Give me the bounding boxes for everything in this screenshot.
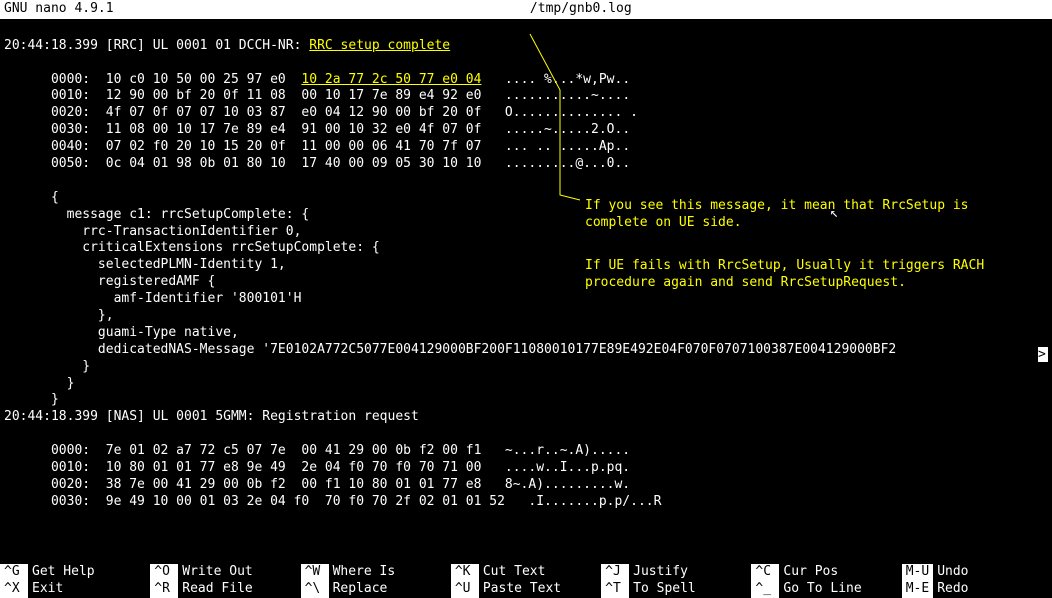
mouse-cursor: ↖ bbox=[830, 204, 838, 222]
shortcut-label: Paste Text bbox=[479, 581, 561, 598]
annotation-text-2: If UE fails with RrcSetup, Usually it tr… bbox=[585, 258, 1015, 292]
app-name: GNU nano 4.9.1 bbox=[4, 1, 114, 18]
shortcut-item[interactable]: ^_Go To Line bbox=[751, 581, 901, 598]
shortcut-label: Cur Pos bbox=[779, 564, 838, 581]
shortcut-item[interactable]: ^WWhere Is bbox=[301, 564, 451, 581]
shortcut-item[interactable]: ^RRead File bbox=[150, 581, 300, 598]
shortcut-key: ^U bbox=[451, 581, 479, 598]
shortcut-key: M-U bbox=[902, 564, 933, 581]
hex-row: 0030: 9e 49 10 00 01 03 2e 04 f0 70 f0 7… bbox=[4, 494, 1048, 511]
shortcut-key: ^R bbox=[150, 581, 178, 598]
shortcut-item[interactable]: M-ERedo bbox=[902, 581, 1052, 598]
json-line: }, bbox=[4, 308, 1048, 325]
shortcut-item[interactable]: ^UPaste Text bbox=[451, 581, 601, 598]
json-line: amf-Identifier '800101'H bbox=[4, 291, 1048, 308]
shortcut-label: Exit bbox=[28, 581, 63, 598]
highlighted-msg: RRC setup complete bbox=[309, 38, 450, 53]
json-line: } bbox=[4, 392, 1048, 409]
shortcut-key: ^X bbox=[0, 581, 28, 598]
json-line: } bbox=[4, 376, 1048, 393]
hex-row: 0030: 11 08 00 10 17 7e 89 e4 91 00 10 3… bbox=[4, 122, 1048, 139]
shortcut-label: To Spell bbox=[629, 581, 696, 598]
title-bar: GNU nano 4.9.1 /tmp/gnb0.log bbox=[0, 0, 1052, 19]
shortcut-label: Read File bbox=[178, 581, 252, 598]
shortcut-label: Redo bbox=[933, 581, 968, 598]
log-prefix: 20:44:18.399 [RRC] UL 0001 01 DCCH-NR: bbox=[4, 38, 309, 53]
shortcut-item[interactable]: ^\Replace bbox=[301, 581, 451, 598]
hex-row: 0000: 10 c0 10 50 00 25 97 e0 10 2a 77 2… bbox=[4, 72, 1048, 89]
shortcut-item[interactable]: ^GGet Help bbox=[0, 564, 150, 581]
hex-row: 0020: 4f 07 0f 07 07 10 03 87 e0 04 12 9… bbox=[4, 105, 1048, 122]
shortcut-key: M-E bbox=[902, 581, 933, 598]
shortcut-key: ^W bbox=[301, 564, 329, 581]
shortcut-item[interactable]: ^KCut Text bbox=[451, 564, 601, 581]
shortcut-item[interactable]: ^JJustify bbox=[601, 564, 751, 581]
shortcut-label: Justify bbox=[629, 564, 688, 581]
shortcut-item[interactable]: ^OWrite Out bbox=[150, 564, 300, 581]
shortcut-key: ^O bbox=[150, 564, 178, 581]
json-line: dedicatedNAS-Message '7E0102A772C5077E00… bbox=[4, 342, 1048, 359]
shortcut-key: ^K bbox=[451, 564, 479, 581]
shortcut-label: Go To Line bbox=[779, 581, 861, 598]
shortcut-label: Get Help bbox=[28, 564, 95, 581]
hex-row: 0020: 38 7e 00 41 29 00 0b f2 00 f1 10 8… bbox=[4, 477, 1048, 494]
json-line: } bbox=[4, 359, 1048, 376]
shortcut-key: ^C bbox=[751, 564, 779, 581]
shortcut-key: ^\ bbox=[301, 581, 329, 598]
shortcut-item[interactable]: ^TTo Spell bbox=[601, 581, 751, 598]
shortcut-item[interactable]: ^CCur Pos bbox=[751, 564, 901, 581]
shortcut-label: Cut Text bbox=[479, 564, 546, 581]
file-path: /tmp/gnb0.log bbox=[114, 1, 1048, 18]
json-line: 20:44:18.399 [NAS] UL 0001 5GMM: Registr… bbox=[4, 409, 1048, 426]
hex-row: 0040: 07 02 f0 20 10 15 20 0f 11 00 00 0… bbox=[4, 139, 1048, 156]
shortcut-label: Where Is bbox=[329, 564, 396, 581]
hex-row: 0000: 7e 01 02 a7 72 c5 07 7e 00 41 29 0… bbox=[4, 443, 1048, 460]
shortcut-key: ^G bbox=[0, 564, 28, 581]
shortcut-label: Replace bbox=[329, 581, 388, 598]
hex-row: 0050: 0c 04 01 98 0b 01 80 10 17 40 00 0… bbox=[4, 156, 1048, 173]
shortcut-label: Write Out bbox=[178, 564, 252, 581]
shortcut-key: ^T bbox=[601, 581, 629, 598]
shortcut-item[interactable]: M-UUndo bbox=[902, 564, 1052, 581]
shortcut-bar: ^GGet Help^OWrite Out^WWhere Is^KCut Tex… bbox=[0, 564, 1052, 598]
annotation-text-1: If you see this message, it mean that Rr… bbox=[585, 198, 1005, 232]
json-line: criticalExtensions rrcSetupComplete: { bbox=[4, 240, 1048, 257]
shortcut-item[interactable]: ^XExit bbox=[0, 581, 150, 598]
hex-row: 0010: 10 80 01 01 77 e8 9e 49 2e 04 f0 7… bbox=[4, 460, 1048, 477]
json-line: guami-Type native, bbox=[4, 325, 1048, 342]
shortcut-key: ^J bbox=[601, 564, 629, 581]
shortcut-key: ^_ bbox=[751, 581, 779, 598]
hex-row: 0010: 12 90 00 bf 20 0f 11 08 00 10 17 7… bbox=[4, 88, 1048, 105]
shortcut-label: Undo bbox=[933, 564, 968, 581]
line-truncation-indicator: > bbox=[1038, 347, 1048, 362]
